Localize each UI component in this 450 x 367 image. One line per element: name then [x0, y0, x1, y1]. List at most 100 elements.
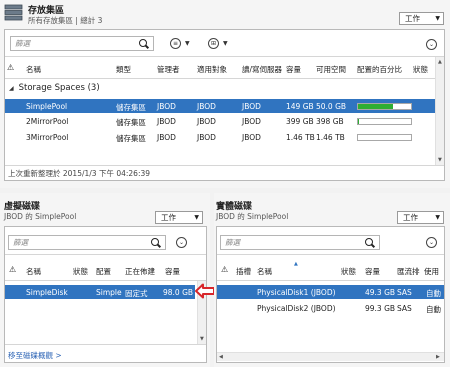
row-name: SimpleDisk	[26, 288, 68, 297]
table-row[interactable]: SimplePool 儲存集區 JBOD JBOD JBOD 149 GB 50…	[5, 99, 442, 113]
warning-sort-icon[interactable]: ⚠	[9, 265, 16, 274]
sort-ascending-icon: ▲	[294, 261, 298, 267]
header-divider	[5, 78, 435, 79]
pool-tasks-label: 工作	[405, 14, 420, 23]
chevron-down-icon: ▼	[185, 40, 190, 47]
vdisk-header-divider	[5, 280, 206, 281]
allocation-bar-fill	[358, 119, 359, 124]
row-target: JBOD	[197, 117, 216, 126]
table-row[interactable]: SimpleDisk Simple 固定式 98.0 GB	[5, 285, 195, 299]
col-name[interactable]: 名稱	[26, 64, 41, 75]
pool-tasks-button[interactable]: 工作 ▼	[399, 12, 444, 25]
row-name: 3MirrorPool	[26, 133, 69, 142]
pool-refresh-status: 上次重新整理於 2015/1/3 下午 04:26:39	[8, 169, 151, 178]
row-usage: 自動	[426, 305, 441, 314]
pool-query-options[interactable]: ≡ ▼	[170, 38, 190, 49]
pdisk-tasks-button[interactable]: 工作 ▼	[397, 211, 444, 224]
col-manager[interactable]: 管理者	[157, 64, 180, 75]
pool-column-headers: ⚠ 名稱 類型 管理者 適用對象 讀/寫伺服器 容量 可用空間 配置的百分比 狀…	[5, 63, 435, 76]
col-bus[interactable]: 匯流排	[397, 266, 420, 277]
go-to-disks-overview-link[interactable]: 移至磁碟概觀 >	[8, 350, 62, 361]
col-status[interactable]: 狀態	[413, 64, 428, 75]
scroll-down-icon[interactable]: ▼	[438, 157, 442, 163]
row-type: 儲存集區	[116, 103, 146, 112]
scroll-left-icon[interactable]: ◀	[219, 354, 223, 360]
col-name[interactable]: 名稱	[26, 266, 41, 277]
vdisk-search-input[interactable]: 篩選	[8, 235, 166, 250]
pool-search-placeholder: 篩選	[15, 39, 30, 48]
row-target: JBOD	[197, 133, 216, 142]
vdisk-divider	[5, 254, 206, 255]
pool-group-header[interactable]: ◢ Storage Spaces (3)	[9, 83, 100, 93]
row-bus: SAS	[397, 304, 412, 313]
vdisk-expand-icon[interactable]: ⌄	[176, 237, 187, 248]
warning-sort-icon[interactable]: ⚠	[221, 265, 228, 274]
allocation-bar	[357, 134, 412, 141]
chevron-down-icon: ▼	[194, 214, 199, 221]
pdisk-search-placeholder: 篩選	[225, 238, 240, 247]
col-target[interactable]: 適用對象	[197, 64, 227, 75]
col-percent[interactable]: 配置的百分比	[357, 64, 402, 75]
table-row[interactable]: 2MirrorPool 儲存集區 JBOD JBOD JBOD 399 GB 3…	[5, 114, 442, 128]
col-status[interactable]: 狀態	[341, 266, 356, 277]
pool-group-options[interactable]: ⊞ ▼	[208, 38, 228, 49]
col-capacity[interactable]: 容量	[165, 266, 180, 277]
col-name[interactable]: 名稱	[257, 266, 272, 277]
pool-footer-divider	[5, 165, 444, 166]
table-row[interactable]: 3MirrorPool 儲存集區 JBOD JBOD JBOD 1.46 TB …	[5, 130, 442, 144]
pool-rows: SimplePool 儲存集區 JBOD JBOD JBOD 149 GB 50…	[5, 99, 442, 147]
row-type: 儲存集區	[116, 118, 146, 127]
search-icon[interactable]	[365, 237, 375, 248]
col-server[interactable]: 讀/寫伺服器	[242, 64, 282, 75]
scroll-up-icon[interactable]: ▲	[438, 59, 442, 65]
col-status[interactable]: 狀態	[73, 266, 88, 277]
row-capacity: 49.3 GB	[365, 288, 396, 297]
col-usage[interactable]: 使用	[424, 266, 439, 277]
vdisk-rows: SimpleDisk Simple 固定式 98.0 GB	[5, 285, 195, 300]
pool-panel-icon	[4, 3, 23, 22]
pdisk-tasks-label: 工作	[403, 213, 418, 222]
row-usage: 自動	[426, 289, 441, 298]
search-icon[interactable]	[151, 237, 161, 248]
row-capacity: 99.3 GB	[365, 304, 396, 313]
pdisk-search-input[interactable]: 篩選	[220, 235, 380, 250]
col-layout[interactable]: 配置	[96, 266, 111, 277]
row-capacity: 399 GB	[286, 117, 314, 126]
vdisk-search-placeholder: 篩選	[13, 238, 28, 247]
row-type: 儲存集區	[116, 134, 146, 143]
pool-scrollbar[interactable]: ▲ ▼	[435, 57, 444, 165]
row-name: PhysicalDisk1 (JBOD)	[257, 288, 336, 297]
col-provisioning[interactable]: 正在佈建	[125, 266, 155, 277]
col-type[interactable]: 類型	[116, 64, 131, 75]
pool-panel-subtitle: 所有存放集區 | 總計 3	[28, 16, 103, 25]
allocation-bar	[357, 118, 412, 125]
allocation-bar-fill	[358, 104, 393, 109]
collapse-triangle-icon: ◢	[9, 84, 14, 92]
pool-expand-icon[interactable]: ⌄	[426, 39, 437, 50]
search-icon[interactable]	[139, 38, 149, 49]
warning-sort-icon[interactable]: ⚠	[7, 63, 14, 72]
row-server: JBOD	[242, 102, 261, 111]
col-capacity[interactable]: 容量	[365, 266, 380, 277]
pool-search-input[interactable]: 篩選	[10, 36, 154, 51]
row-provisioning: 固定式	[125, 289, 148, 298]
col-capacity[interactable]: 容量	[286, 64, 301, 75]
row-capacity: 149 GB	[286, 102, 314, 111]
row-capacity: 1.46 TB	[286, 133, 315, 142]
scroll-down-icon[interactable]: ▼	[200, 336, 204, 342]
row-capacity: 98.0 GB	[163, 288, 194, 297]
col-slot[interactable]: 插槽	[236, 266, 251, 277]
table-row[interactable]: PhysicalDisk2 (JBOD) 99.3 GB SAS 自動	[217, 301, 444, 315]
row-server: JBOD	[242, 117, 261, 126]
row-target: JBOD	[197, 102, 216, 111]
chevron-down-icon: ▼	[435, 214, 440, 221]
col-free[interactable]: 可用空間	[316, 64, 346, 75]
group-options-icon: ⊞	[208, 38, 219, 49]
pdisk-horizontal-scrollbar[interactable]: ◀ ▶	[217, 352, 444, 361]
vdisk-tasks-button[interactable]: 工作 ▼	[155, 211, 203, 224]
scroll-right-icon[interactable]: ▶	[436, 354, 440, 360]
row-free: 1.46 TB	[316, 133, 345, 142]
pdisk-expand-icon[interactable]: ⌄	[426, 237, 437, 248]
row-manager: JBOD	[157, 117, 176, 126]
table-row[interactable]: PhysicalDisk1 (JBOD) 49.3 GB SAS 自動	[217, 285, 444, 299]
